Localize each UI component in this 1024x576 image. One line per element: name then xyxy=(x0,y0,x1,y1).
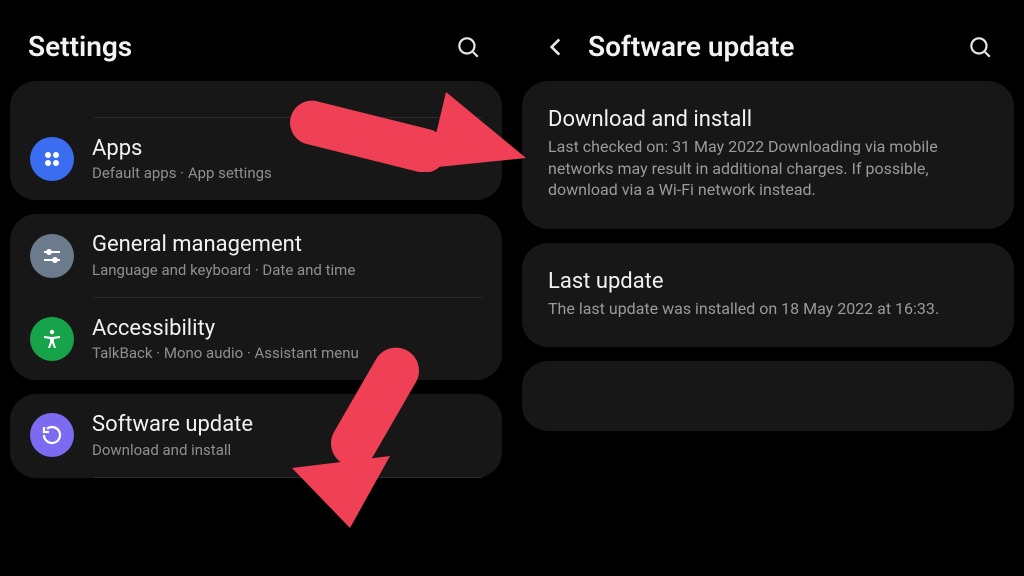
settings-item-software-update[interactable]: Software update Download and install xyxy=(30,394,482,476)
last-update-sub: The last update was installed on 18 May … xyxy=(548,298,988,320)
apps-sub: Default apps · App settings xyxy=(92,164,272,182)
settings-header: Settings xyxy=(0,0,512,67)
accessibility-sub: TalkBack · Mono audio · Assistant menu xyxy=(92,344,359,362)
empty-card xyxy=(522,361,1014,431)
update-header: Software update xyxy=(512,0,1024,67)
apps-title: Apps xyxy=(92,136,272,162)
download-install-card[interactable]: Download and install Last checked on: 31… xyxy=(522,81,1014,229)
general-sub: Language and keyboard · Date and time xyxy=(92,261,355,279)
update-icon xyxy=(30,413,74,457)
sliders-icon xyxy=(30,234,74,278)
download-sub: Last checked on: 31 May 2022 Downloading… xyxy=(548,136,988,201)
download-title: Download and install xyxy=(548,107,988,132)
settings-item-accessibility[interactable]: Accessibility TalkBack · Mono audio · As… xyxy=(30,298,482,380)
general-title: General management xyxy=(92,232,355,258)
last-update-card[interactable]: Last update The last update was installe… xyxy=(522,243,1014,348)
last-update-title: Last update xyxy=(548,269,988,294)
accessibility-icon xyxy=(30,317,74,361)
update-title: Software update xyxy=(588,30,795,63)
settings-title: Settings xyxy=(28,30,132,63)
settings-group-2: General management Language and keyboard… xyxy=(10,214,502,380)
settings-group-1: Apps Default apps · App settings xyxy=(10,81,502,200)
accessibility-title: Accessibility xyxy=(92,316,359,342)
settings-group-3: Software update Download and install xyxy=(10,394,502,477)
settings-screen: Settings Apps Default apps · App setting… xyxy=(0,0,512,576)
software-update-sub: Download and install xyxy=(92,441,253,459)
settings-item-general[interactable]: General management Language and keyboard… xyxy=(30,214,482,296)
search-icon[interactable] xyxy=(452,31,484,63)
apps-icon xyxy=(30,137,74,181)
back-icon[interactable] xyxy=(540,31,572,63)
search-icon[interactable] xyxy=(964,31,996,63)
software-update-screen: Software update Download and install Las… xyxy=(512,0,1024,576)
software-update-title: Software update xyxy=(92,412,253,438)
settings-item-apps[interactable]: Apps Default apps · App settings xyxy=(30,118,482,200)
